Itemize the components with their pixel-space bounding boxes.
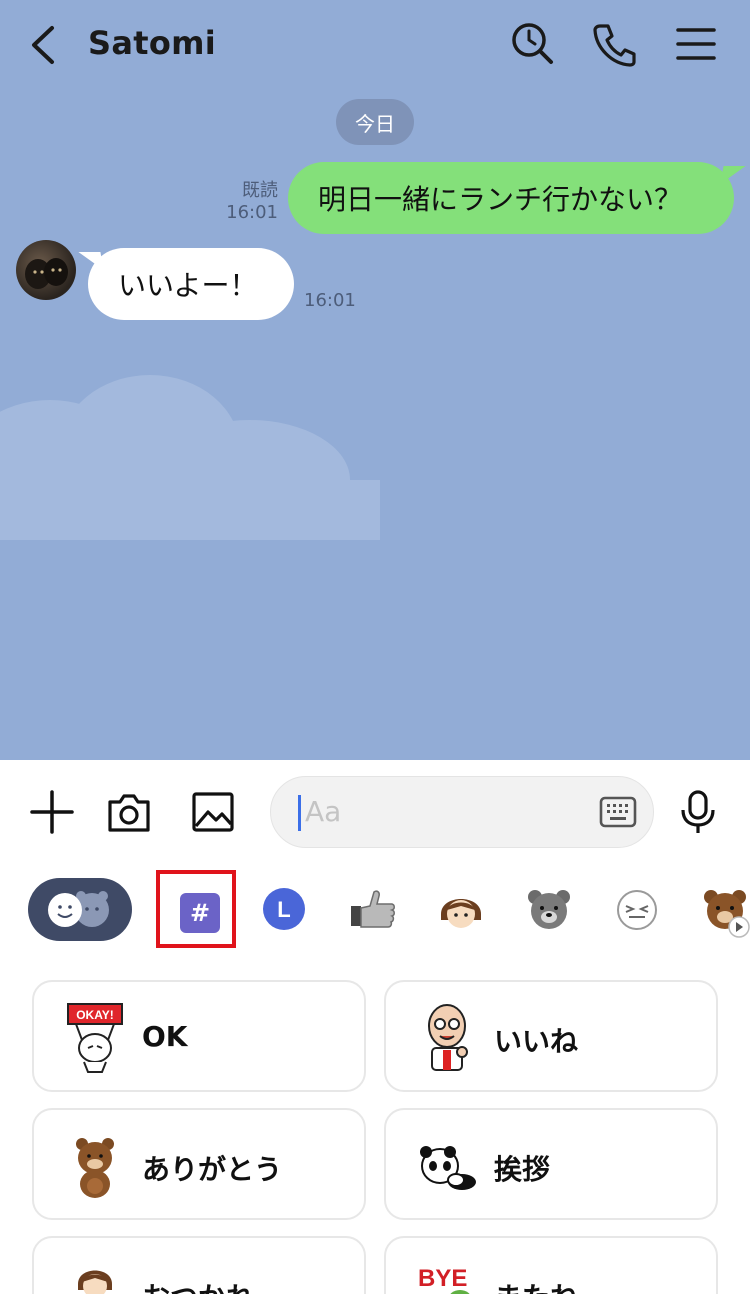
thumbs-up-icon (351, 890, 395, 928)
chat-area: Satomi 今日 既読 16:01 明日一緒にランチ行かない？ いいよー！ 1… (0, 0, 750, 760)
bear-sticker-tab[interactable] (524, 884, 574, 934)
girl-sticker (78, 1270, 112, 1294)
grey-bear-icon (528, 890, 570, 929)
chat-header: Satomi (0, 0, 750, 90)
their-message-bubble[interactable]: いいよー！ (88, 248, 294, 320)
tag-card-ok[interactable]: OKAY! OK (32, 980, 366, 1092)
tag-label: 挨拶 (494, 1153, 551, 1186)
tag-label: ありがとう (142, 1153, 283, 1186)
okay-sign-sticker: OKAY! (67, 1003, 123, 1073)
tag-label: OK (142, 1020, 188, 1053)
emoji-bear-icon (48, 891, 109, 927)
message-text: 明日一緒にランチ行かない？ (318, 183, 683, 216)
menu-icon[interactable] (672, 20, 720, 68)
tag-label: またね (494, 1276, 578, 1294)
message-time: 16:01 (304, 290, 356, 311)
bear-sticker (76, 1138, 114, 1198)
chat-title[interactable]: Satomi (88, 24, 216, 62)
scroll-right-icon[interactable] (728, 916, 750, 938)
read-receipt: 既読 (242, 180, 278, 201)
tag-label: いいね (494, 1025, 579, 1058)
sticker-tab-strip: # L (0, 866, 750, 958)
tag-card-otsukare[interactable]: おつかれ (32, 1236, 366, 1294)
clock-letter: L (277, 897, 290, 922)
plus-icon[interactable] (28, 788, 76, 836)
message-text: いいよー！ (118, 269, 258, 302)
okay-sign-text: OKAY! (76, 1008, 114, 1022)
panda-sticker (420, 1146, 476, 1190)
hashtag-tab[interactable]: # (180, 893, 220, 933)
my-message-meta: 既読 16:01 (218, 180, 278, 224)
girl-sticker-tab[interactable] (436, 884, 486, 934)
date-separator: 今日 (336, 99, 414, 145)
avatar-image (25, 258, 68, 289)
tag-label: おつかれ (142, 1276, 254, 1294)
microphone-icon[interactable] (674, 788, 722, 836)
white-face-icon (617, 890, 657, 930)
old-man-sticker (428, 1004, 468, 1071)
hashtag-tab-highlight: # (156, 870, 236, 948)
bye-sticker-text: BYE (418, 1265, 467, 1292)
keyboard-icon[interactable] (599, 793, 637, 831)
tag-card-aisatsu[interactable]: 挨拶 (384, 1108, 718, 1220)
recent-tab[interactable]: L (259, 884, 309, 934)
tag-card-arigatou[interactable]: ありがとう (32, 1108, 366, 1220)
text-caret (298, 795, 301, 831)
image-icon[interactable] (189, 788, 237, 836)
girl-face-icon (441, 899, 481, 928)
bye-sticker: BYE (418, 1265, 470, 1294)
clock-icon: L (263, 888, 305, 930)
my-message-bubble[interactable]: 明日一緒にランチ行かない？ (288, 162, 734, 234)
tag-card-matane[interactable]: BYE またね (384, 1236, 718, 1294)
thumbs-up-tab[interactable] (348, 884, 398, 934)
contact-avatar[interactable] (16, 240, 76, 300)
emoji-sticker-toggle[interactable] (28, 878, 132, 941)
message-time: 16:01 (226, 202, 278, 223)
back-chevron-icon[interactable] (26, 22, 66, 68)
background-cloud (0, 375, 380, 540)
message-input-placeholder: Aa (305, 795, 342, 828)
face-sticker-tab[interactable] (612, 884, 662, 934)
camera-icon[interactable] (105, 788, 153, 836)
tag-card-iine[interactable]: いいね (384, 980, 718, 1092)
message-input[interactable]: Aa (270, 776, 654, 848)
search-icon[interactable] (508, 20, 556, 68)
phone-icon[interactable] (590, 20, 638, 68)
